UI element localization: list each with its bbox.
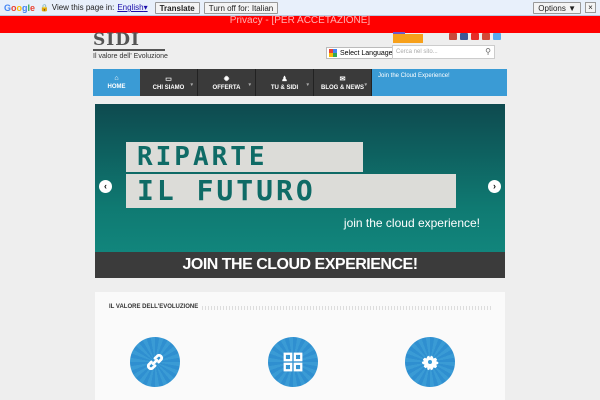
section-title: IL VALORE DELL'EVOLUZIONE xyxy=(109,304,203,310)
nav-item-home[interactable]: ⌂ HOME xyxy=(93,69,140,96)
value-section: IL VALORE DELL'EVOLUZIONE xyxy=(95,292,505,400)
tagline: Il valore dell' Evoluzione xyxy=(93,53,168,60)
chat-icon: ✉ xyxy=(339,75,346,83)
chevron-down-icon: ▾ xyxy=(248,82,251,88)
view-page-text: View this page in: xyxy=(51,3,115,12)
person-icon: ♟ xyxy=(281,75,288,83)
nav-home-label: HOME xyxy=(107,84,126,90)
dropdown-caret-icon: ▾ xyxy=(143,3,148,12)
link-icon[interactable] xyxy=(130,337,180,387)
lock-icon: 🔒 xyxy=(40,4,49,12)
options-button[interactable]: Options ▼ xyxy=(533,1,581,14)
search-input[interactable]: Cerca nel sito... ⚲ xyxy=(392,45,495,59)
nav-item-offerta[interactable]: ✹ OFFERTA ▾ xyxy=(198,69,256,96)
hero-word-il: IL xyxy=(137,174,177,207)
nav-item-blog-news[interactable]: ✉ BLOG & NEWS ▾ xyxy=(314,69,372,96)
twitter-icon[interactable] xyxy=(493,33,501,40)
search-icon[interactable]: ⚲ xyxy=(485,46,491,58)
sidi-logo-icon: ▭ xyxy=(165,75,172,83)
nav-label: TU & SIDI xyxy=(270,84,299,91)
gear-icon: ✹ xyxy=(223,75,230,83)
language-select-label: Select Language xyxy=(340,49,393,57)
nav-item-chi-siamo[interactable]: ▭ CHI SIAMO ▾ xyxy=(140,69,198,96)
hero-word-futuro: IL FUTURO xyxy=(137,174,316,208)
chevron-down-icon: ▾ xyxy=(190,82,193,88)
promo-badge[interactable] xyxy=(393,34,423,43)
chevron-down-icon: ▾ xyxy=(306,82,309,88)
hero-slider[interactable]: RIPARTE IL FUTURO join the cloud experie… xyxy=(95,104,505,278)
nav-label: CHI SIAMO xyxy=(152,84,185,91)
language-dropdown[interactable]: English▾ xyxy=(117,3,147,12)
gear-icon[interactable] xyxy=(405,337,455,387)
turn-off-button[interactable]: Turn off for: Italian xyxy=(203,1,279,14)
youtube-icon[interactable] xyxy=(471,33,479,40)
translate-button[interactable]: Translate xyxy=(154,1,200,14)
hero-word-futuro-text: FUTURO xyxy=(196,174,316,207)
privacy-banner[interactable]: Privacy - [PER ACCETAZIONE] xyxy=(0,16,600,33)
logo-underline xyxy=(93,49,165,51)
next-arrow-icon[interactable]: › xyxy=(488,180,501,193)
translate-bar: Google 🔒 View this page in: English▾ Tra… xyxy=(0,0,600,16)
hero-subtitle: join the cloud experience! xyxy=(343,216,480,230)
google-g-icon xyxy=(329,48,338,58)
main-nav: ⌂ HOME ▭ CHI SIAMO ▾ ✹ OFFERTA ▾ ♟ TU & … xyxy=(93,69,507,96)
nav-item-tu-sidi[interactable]: ♟ TU & SIDI ▾ xyxy=(256,69,314,96)
mail-icon[interactable] xyxy=(482,33,490,40)
site-logo[interactable]: SIDI xyxy=(93,30,140,50)
googleplus-icon[interactable] xyxy=(449,33,457,40)
facebook-icon[interactable] xyxy=(460,33,468,40)
chevron-down-icon: ▾ xyxy=(364,82,367,88)
hero-word-riparte: RIPARTE xyxy=(137,142,268,172)
nav-label: OFFERTA xyxy=(212,84,241,91)
home-icon: ⌂ xyxy=(114,75,119,82)
social-icons xyxy=(449,33,501,40)
search-placeholder: Cerca nel sito... xyxy=(396,49,438,55)
close-icon[interactable]: × xyxy=(585,2,596,13)
nav-label: BLOG & NEWS xyxy=(321,84,364,91)
nav-cloud-link[interactable]: Join the Cloud Experience! xyxy=(372,69,507,96)
prev-arrow-icon[interactable]: ‹ xyxy=(99,180,112,193)
google-logo: Google xyxy=(4,2,36,13)
grid-icon[interactable] xyxy=(268,337,318,387)
hero-banner[interactable]: JOIN THE CLOUD EXPERIENCE! xyxy=(95,252,505,278)
